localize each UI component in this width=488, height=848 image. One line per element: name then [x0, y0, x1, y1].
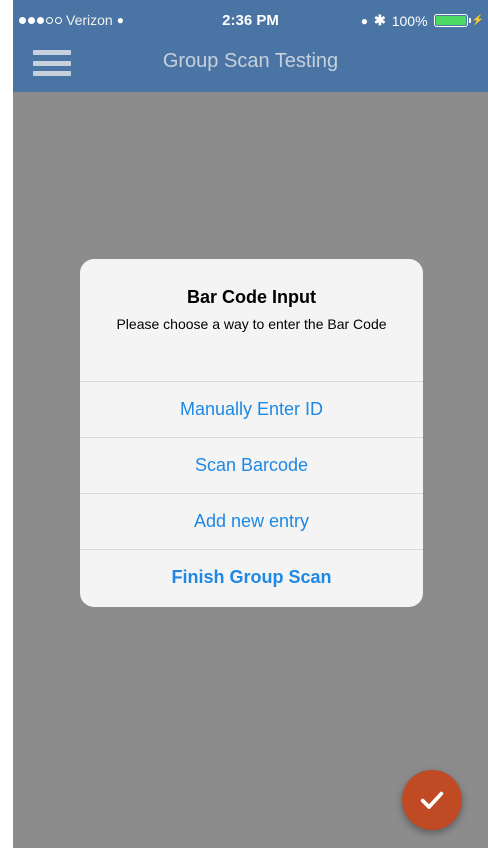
battery-percent: 100%	[391, 12, 428, 29]
page-title: Group Scan Testing	[162, 50, 339, 72]
phone-screen: Verizon ● 2:36 PM ● ✱ 100% ⚡ Group Scan …	[13, 0, 488, 848]
manually-enter-id-button[interactable]: Manually Enter ID	[80, 381, 423, 437]
status-right: ● ✱ 100% ⚡	[361, 12, 484, 29]
charging-icon: ⚡	[471, 15, 484, 26]
bluetooth-icon: ✱	[374, 12, 386, 28]
dialog-title: Bar Code Input	[187, 287, 316, 307]
dialog-header: Bar Code Input Please choose a way to en…	[80, 259, 423, 381]
finish-group-scan-button[interactable]: Finish Group Scan	[80, 549, 423, 605]
nav-bar: Group Scan Testing	[13, 40, 488, 92]
confirm-fab-button[interactable]	[402, 770, 462, 830]
status-bar: Verizon ● 2:36 PM ● ✱ 100% ⚡	[13, 0, 488, 40]
bar-code-input-dialog: Bar Code Input Please choose a way to en…	[80, 259, 423, 607]
dialog-message: Please choose a way to enter the Bar Cod…	[116, 316, 387, 332]
alarm-icon: ●	[360, 13, 368, 28]
scan-barcode-button[interactable]: Scan Barcode	[80, 437, 423, 493]
checkmark-icon	[420, 791, 444, 809]
battery-icon	[433, 14, 471, 27]
add-new-entry-button[interactable]: Add new entry	[80, 493, 423, 549]
